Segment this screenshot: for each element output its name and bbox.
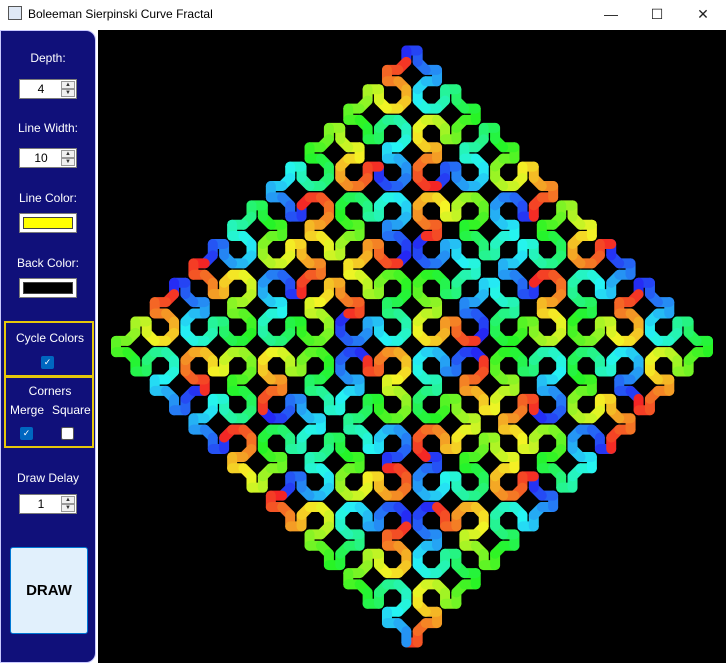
line-width-value[interactable]: 10	[20, 151, 62, 165]
merge-label: Merge	[10, 403, 45, 417]
maximize-button[interactable]: ☐	[634, 0, 680, 28]
sierpinski-curve	[111, 45, 713, 648]
line-width-down-arrow-icon[interactable]: ▼	[61, 158, 75, 166]
window-title: Boleeman Sierpinski Curve Fractal	[28, 7, 213, 21]
line-color-label: Line Color:	[18, 191, 78, 205]
depth-value[interactable]: 4	[20, 82, 62, 96]
corners-group: Corners Merge Square ✓	[4, 376, 94, 448]
minimize-button[interactable]: —	[588, 0, 634, 28]
depth-stepper[interactable]: 4 ▲ ▼	[19, 79, 77, 99]
line-width-stepper[interactable]: 10 ▲ ▼	[19, 148, 77, 168]
control-panel: Depth: 4 ▲ ▼ Line Width: 10 ▲ ▼ Line Col…	[0, 30, 96, 663]
depth-up-arrow-icon[interactable]: ▲	[61, 81, 75, 89]
line-color-button[interactable]	[19, 213, 77, 233]
draw-button[interactable]: DRAW	[10, 547, 88, 634]
back-color-swatch	[23, 282, 73, 294]
draw-delay-up-arrow-icon[interactable]: ▲	[61, 496, 75, 504]
fractal-canvas	[98, 30, 726, 663]
draw-delay-down-arrow-icon[interactable]: ▼	[61, 504, 75, 512]
cycle-colors-group: Cycle Colors ✓	[4, 321, 94, 377]
square-label: Square	[52, 403, 91, 417]
draw-delay-value[interactable]: 1	[20, 497, 62, 511]
depth-down-arrow-icon[interactable]: ▼	[61, 89, 75, 97]
cycle-colors-checkbox[interactable]: ✓	[41, 356, 54, 369]
close-button[interactable]: ✕	[680, 0, 726, 28]
app-icon	[8, 6, 22, 20]
title-bar: Boleeman Sierpinski Curve Fractal — ☐ ✕	[0, 0, 726, 28]
draw-delay-stepper[interactable]: 1 ▲ ▼	[19, 494, 77, 514]
line-color-swatch	[23, 217, 73, 229]
draw-delay-label: Draw Delay	[16, 471, 79, 485]
square-checkbox[interactable]	[61, 427, 74, 440]
cycle-colors-label: Cycle Colors	[15, 331, 84, 345]
line-width-up-arrow-icon[interactable]: ▲	[61, 150, 75, 158]
back-color-button[interactable]	[19, 278, 77, 298]
merge-checkbox[interactable]: ✓	[20, 427, 33, 440]
corners-label: Corners	[28, 384, 72, 398]
line-width-label: Line Width:	[17, 121, 79, 135]
back-color-label: Back Color:	[16, 256, 80, 270]
depth-label: Depth:	[30, 51, 66, 65]
